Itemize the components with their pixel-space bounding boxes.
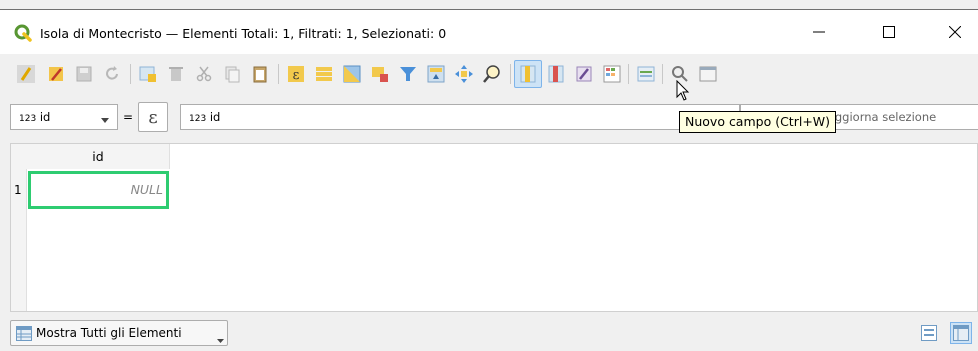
row-number-column (11, 211, 27, 311)
bottom-bar: Mostra Tutti gli Elementi (0, 312, 978, 351)
reload-icon (106, 66, 118, 80)
filter-selection-button[interactable] (394, 60, 422, 88)
conditional-formatting-button[interactable] (598, 60, 626, 88)
table-view-icon (953, 325, 969, 341)
zoom-to-selection-icon (483, 65, 500, 83)
header-empty-area (170, 144, 977, 169)
deselect-all-button[interactable] (366, 60, 394, 88)
close-icon (949, 26, 961, 38)
dock-table-button[interactable] (632, 60, 660, 88)
invert-selection-icon (343, 65, 361, 83)
operator-select[interactable]: = (120, 104, 136, 130)
conditional-formatting-icon (603, 65, 621, 83)
row-number[interactable]: 1 (11, 169, 27, 211)
maximize-icon (883, 26, 895, 38)
pan-to-selection-button[interactable] (450, 60, 478, 88)
attribute-table: id 1 NULL (10, 143, 978, 312)
minimize-icon (813, 31, 825, 33)
expression-select-button[interactable]: ε (282, 60, 310, 88)
svg-text:ε: ε (293, 68, 300, 83)
show-all-features-button[interactable]: Mostra Tutti gli Elementi (10, 320, 228, 346)
table-view-button[interactable] (950, 322, 972, 344)
toggle-editing-button[interactable] (12, 60, 40, 88)
expression-value: id (209, 110, 221, 124)
field-calculator-button[interactable] (570, 60, 598, 88)
table-corner[interactable] (11, 144, 28, 169)
zoom-to-selection-button[interactable] (478, 60, 506, 88)
minimize-button[interactable] (796, 16, 842, 48)
toolbar-separator (510, 64, 511, 84)
move-selection-top-icon (427, 65, 445, 83)
deselect-all-icon (372, 67, 388, 82)
maximize-button[interactable] (866, 16, 912, 48)
form-view-button[interactable] (918, 322, 940, 344)
delete-features-button[interactable] (162, 60, 190, 88)
expression-select-icon: ε (288, 66, 304, 83)
table-cell-id[interactable]: NULL (28, 171, 169, 209)
save-edits-button[interactable] (70, 60, 98, 88)
expression-builder-button[interactable]: ε (138, 102, 168, 132)
paste-button[interactable] (246, 60, 274, 88)
toggle-editing-icon (17, 65, 35, 83)
new-field-tooltip: Nuovo campo (Ctrl+W) (679, 111, 837, 133)
copy-icon (225, 66, 240, 83)
toolbar-separator (662, 64, 663, 84)
chevron-down-icon (217, 333, 224, 347)
delete-field-button[interactable] (542, 60, 570, 88)
field-select[interactable]: 123 id (10, 104, 118, 130)
expression-input[interactable]: 123 id (180, 104, 740, 130)
dock-icon (699, 66, 717, 82)
delete-field-icon (548, 65, 564, 83)
multi-edit-icon (49, 67, 63, 81)
table-icon (16, 326, 32, 344)
dock-table-icon (637, 66, 655, 82)
copy-button[interactable] (218, 60, 246, 88)
paste-icon (253, 66, 267, 83)
toolbar-separator (278, 64, 279, 84)
invert-selection-button[interactable] (338, 60, 366, 88)
expression-type-label: 123 (189, 114, 207, 124)
multi-edit-button[interactable] (42, 60, 70, 88)
new-field-button[interactable] (514, 60, 542, 88)
add-feature-icon (139, 66, 156, 82)
form-view-icon (921, 325, 937, 341)
title-bar: Isola di Montecristo — Elementi Totali: … (0, 10, 978, 54)
add-feature-button[interactable] (134, 60, 162, 88)
cut-icon (196, 66, 212, 82)
column-header-id[interactable]: id (27, 144, 170, 169)
reload-button[interactable] (98, 60, 126, 88)
update-selection-label: Aggiorna selezione (827, 110, 937, 124)
dock-button[interactable] (694, 60, 722, 88)
pan-to-selection-icon (455, 65, 473, 83)
save-edits-icon (76, 66, 92, 82)
new-field-icon (520, 65, 536, 83)
toolbar-separator (130, 64, 131, 84)
select-all-button[interactable] (310, 60, 338, 88)
filter-selection-icon (400, 67, 416, 81)
delete-features-icon (169, 67, 183, 81)
qgis-logo-icon (14, 24, 32, 42)
field-type-label: 123 (19, 114, 37, 124)
chevron-down-icon (101, 113, 109, 127)
toolbar-separator (628, 64, 629, 84)
mouse-cursor-icon (676, 80, 690, 101)
window-title: Isola di Montecristo — Elementi Totali: … (40, 26, 447, 41)
field-calculator-icon (576, 66, 592, 82)
select-all-icon (316, 67, 332, 81)
attribute-table-toolbar: ε (0, 54, 978, 96)
field-name-label: id (39, 110, 51, 124)
show-all-label: Mostra Tutti gli Elementi (36, 326, 182, 340)
move-selection-top-button[interactable] (422, 60, 450, 88)
cut-button[interactable] (190, 60, 218, 88)
close-button[interactable] (932, 16, 978, 48)
